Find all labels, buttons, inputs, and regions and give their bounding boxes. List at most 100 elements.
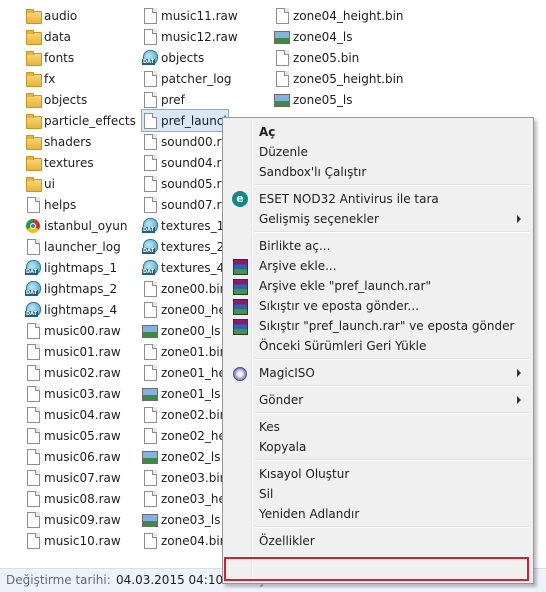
menu-item-magiciso[interactable]: MagicISO xyxy=(225,363,531,383)
file-name: music11.raw xyxy=(161,8,238,23)
file-name: zone03_ls xyxy=(161,512,221,527)
menu-item-s-k-t-r-ve-eposta-g-nder[interactable]: Sıkıştır ve eposta gönder... xyxy=(225,296,531,316)
file-item[interactable]: patcher_log xyxy=(142,68,232,89)
menu-item-a[interactable]: Aç xyxy=(225,122,531,142)
file-item[interactable]: zone02_ls xyxy=(142,446,220,467)
file-item[interactable]: fonts xyxy=(25,47,74,68)
file-name: zone03.bin xyxy=(161,470,228,485)
menu-item-label: Sıkıştır "pref_launch.rar" ve eposta gön… xyxy=(259,319,515,333)
file-item[interactable]: zone02.bin xyxy=(142,404,227,425)
file-item[interactable]: zone05.bin xyxy=(274,47,359,68)
file-name: objects xyxy=(44,92,88,107)
menu-item-label: Önceki Sürümleri Geri Yükle xyxy=(259,339,427,353)
menu-item-kopyala[interactable]: Kopyala xyxy=(225,437,531,457)
file-item[interactable]: lightmaps_1 xyxy=(25,257,117,278)
file-item[interactable]: zone01_ls xyxy=(142,383,220,404)
file-item[interactable]: music10.raw xyxy=(25,530,121,551)
file-item[interactable]: objects xyxy=(142,47,204,68)
menu-item-birlikte-a[interactable]: Birlikte aç... xyxy=(225,236,531,256)
file-item[interactable]: textures_2 xyxy=(142,236,224,257)
menu-item-ar-ive-ekle[interactable]: Arşive ekle... xyxy=(225,256,531,276)
menu-item-eset-nod32-antivirus-ile-tara[interactable]: e ESET NOD32 Antivirus ile tara xyxy=(225,189,531,209)
file-item[interactable]: fx xyxy=(25,68,55,89)
file-item[interactable]: zone03.bin xyxy=(142,467,227,488)
menu-item-yeniden-adland-r[interactable]: Yeniden Adlandır xyxy=(225,504,531,524)
file-item[interactable]: textures_1 xyxy=(142,215,224,236)
dat-file-icon xyxy=(25,280,41,297)
file-item[interactable]: zone00.bin xyxy=(142,278,227,299)
menu-item-label: Düzenle xyxy=(259,145,308,159)
file-item[interactable]: music08.raw xyxy=(25,488,121,509)
properties-highlight-box xyxy=(224,557,529,581)
menu-item-label: MagicISO xyxy=(259,366,315,380)
menu-item-geli-mi-se-enekler[interactable]: Gelişmiş seçenekler xyxy=(225,209,531,229)
file-name: music03.raw xyxy=(44,386,121,401)
file-item[interactable]: zone04_height.bin xyxy=(274,5,404,26)
file-item[interactable]: music02.raw xyxy=(25,362,121,383)
file-item[interactable]: particle_effects xyxy=(25,110,136,131)
file-item[interactable]: zone05_height.bin xyxy=(274,68,404,89)
file-name: audio xyxy=(44,8,78,23)
file-name: textures_4 xyxy=(161,260,225,275)
file-item[interactable]: music11.raw xyxy=(142,5,238,26)
file-name: zone01.bin xyxy=(161,344,228,359)
file-icon xyxy=(142,301,158,318)
file-item[interactable]: textures xyxy=(25,152,94,173)
chrome-icon xyxy=(25,218,41,234)
file-item[interactable]: audio xyxy=(25,5,77,26)
file-item[interactable]: zone05_ls xyxy=(274,89,352,110)
file-name: zone02_ls xyxy=(161,449,221,464)
file-item[interactable]: textures_4 xyxy=(142,257,224,278)
file-item[interactable]: zone04_ls xyxy=(274,26,352,47)
file-item[interactable]: music06.raw xyxy=(25,446,121,467)
file-item[interactable]: lightmaps_4 xyxy=(25,299,117,320)
dat-file-icon xyxy=(142,238,158,255)
file-item[interactable]: zone03_ls xyxy=(142,509,220,530)
menu-item-ar-ive-ekle-pref-launch-rar[interactable]: Arşive ekle "pref_launch.rar" xyxy=(225,276,531,296)
file-name: launcher_log xyxy=(44,239,121,254)
file-name: music09.raw xyxy=(44,512,121,527)
file-icon xyxy=(142,532,158,549)
file-item[interactable]: music12.raw xyxy=(142,26,238,47)
file-name: textures xyxy=(44,155,94,170)
file-item[interactable]: zone04.bin xyxy=(142,530,227,551)
menu-item-sil[interactable]: Sil xyxy=(225,484,531,504)
file-item[interactable]: music09.raw xyxy=(25,509,121,530)
file-item[interactable]: objects xyxy=(25,89,87,110)
file-item[interactable]: zone00_ls xyxy=(142,320,220,341)
file-item[interactable]: ui xyxy=(25,173,55,194)
menu-item-g-nder[interactable]: Gönder xyxy=(225,390,531,410)
file-item[interactable]: istanbul_oyun xyxy=(25,215,127,236)
file-item[interactable]: music05.raw xyxy=(25,425,121,446)
file-icon xyxy=(274,70,290,87)
menu-item-k-sayol-olu-tur[interactable]: Kısayol Oluştur xyxy=(225,464,531,484)
file-item[interactable]: helps xyxy=(25,194,76,215)
menu-item-kes[interactable]: Kes xyxy=(225,417,531,437)
file-icon xyxy=(25,469,41,486)
menu-item-zellikler[interactable]: Özellikler xyxy=(225,531,531,551)
menu-item-nceki-s-r-mleri-geri-y-kle[interactable]: Önceki Sürümleri Geri Yükle xyxy=(225,336,531,356)
file-item-selected[interactable]: pref_launch xyxy=(141,109,229,132)
eset-icon: e xyxy=(232,191,248,207)
file-item[interactable]: music07.raw xyxy=(25,467,121,488)
context-menu: Aç Düzenle Sandbox'lı Çalıştır e ESET NOD32 … xyxy=(222,117,534,584)
file-item[interactable]: data xyxy=(25,26,71,47)
file-name: istanbul_oyun xyxy=(44,218,128,233)
file-item[interactable]: lightmaps_2 xyxy=(25,278,117,299)
file-item[interactable]: music03.raw xyxy=(25,383,121,404)
file-item[interactable]: music00.raw xyxy=(25,320,121,341)
file-item[interactable]: shaders xyxy=(25,131,91,152)
file-item[interactable]: music01.raw xyxy=(25,341,121,362)
file-name: pref xyxy=(161,92,185,107)
menu-item-sandbox-l-al-t-r[interactable]: Sandbox'lı Çalıştır xyxy=(225,162,531,182)
magic-icon xyxy=(233,367,247,381)
file-item[interactable]: pref xyxy=(142,89,185,110)
file-name: lightmaps_1 xyxy=(44,260,118,275)
menu-item-d-zenle[interactable]: Düzenle xyxy=(225,142,531,162)
file-name: zone01_ls xyxy=(161,386,221,401)
file-name: textures_2 xyxy=(161,239,225,254)
file-item[interactable]: music04.raw xyxy=(25,404,121,425)
file-item[interactable]: launcher_log xyxy=(25,236,121,257)
file-item[interactable]: zone01.bin xyxy=(142,341,227,362)
menu-item-s-k-t-r-pref-launch-rar-ve-eposta-g-nder[interactable]: Sıkıştır "pref_launch.rar" ve eposta gön… xyxy=(225,316,531,336)
